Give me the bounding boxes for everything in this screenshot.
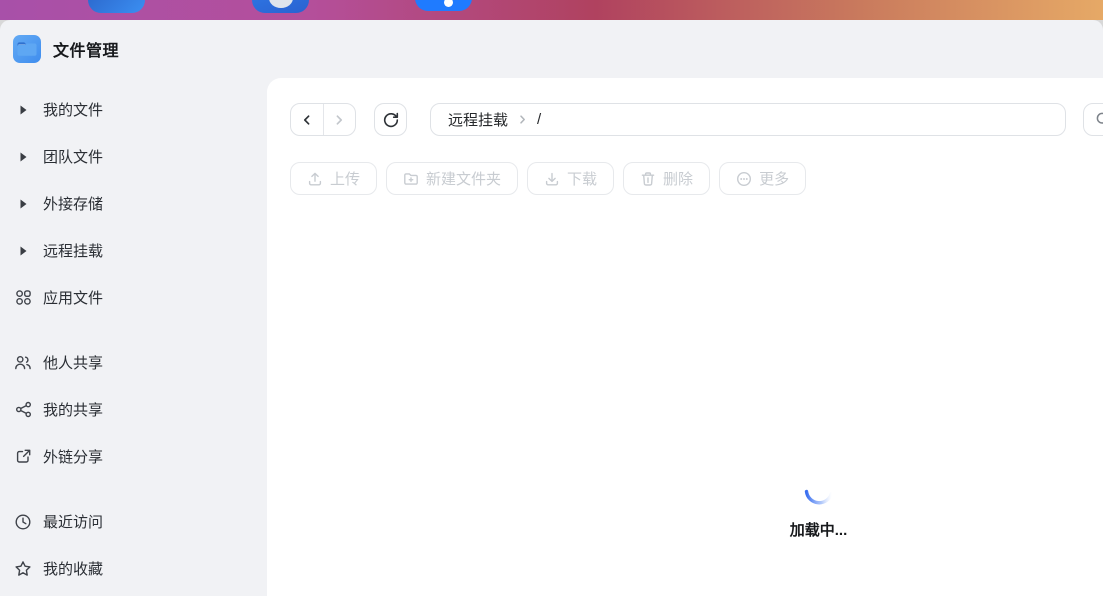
chevron-right-icon <box>517 114 528 125</box>
sidebar-item-label: 我的收藏 <box>43 561 104 578</box>
dock-app-icon[interactable] <box>252 0 309 13</box>
new-folder-button[interactable]: 新建文件夹 <box>386 162 519 195</box>
sidebar-item-label: 外链分享 <box>43 449 104 466</box>
sidebar-item-app-files[interactable]: 应用文件 <box>0 274 267 321</box>
export-icon <box>14 448 32 466</box>
breadcrumb-path[interactable]: / <box>537 111 541 128</box>
back-button[interactable] <box>291 104 323 135</box>
screen: 文件管理 我的文件 团队文件 外接存储 远程挂载 应用文件 他人共享 我的共享 … <box>0 0 1103 596</box>
sidebar-item-my-files[interactable]: 我的文件 <box>0 86 267 133</box>
download-icon <box>544 171 560 187</box>
sidebar-item-label: 他人共享 <box>43 355 104 372</box>
sidebar-item-favorites[interactable]: 我的收藏 <box>0 545 267 592</box>
history-nav-group <box>290 103 356 136</box>
new-folder-icon <box>403 171 419 187</box>
caret-right-icon <box>14 148 32 166</box>
upload-icon <box>307 171 323 187</box>
button-label: 更多 <box>759 171 790 188</box>
caret-right-icon <box>14 242 32 260</box>
sidebar: 我的文件 团队文件 外接存储 远程挂载 应用文件 他人共享 我的共享 外链分享 … <box>0 78 267 596</box>
sidebar-item-label: 最近访问 <box>43 514 104 531</box>
search-icon <box>1095 111 1103 128</box>
search-button[interactable] <box>1083 103 1103 136</box>
caret-right-icon <box>14 101 32 119</box>
dock-app-icon[interactable] <box>415 0 472 11</box>
sidebar-item-label: 应用文件 <box>43 290 104 307</box>
trash-icon <box>640 171 656 187</box>
sidebar-item-remote-mount[interactable]: 远程挂载 <box>0 227 267 274</box>
more-icon <box>736 171 752 187</box>
upload-button[interactable]: 上传 <box>290 162 378 195</box>
delete-button[interactable]: 删除 <box>623 162 711 195</box>
button-label: 下载 <box>567 171 598 188</box>
sidebar-item-label: 我的文件 <box>43 102 104 119</box>
sidebar-group-sharing: 他人共享 我的共享 外链分享 <box>0 339 267 480</box>
page-title: 文件管理 <box>53 43 120 60</box>
sidebar-item-team-files[interactable]: 团队文件 <box>0 133 267 180</box>
sidebar-group-files: 我的文件 团队文件 外接存储 远程挂载 应用文件 <box>0 86 267 321</box>
spinner-icon <box>802 482 836 512</box>
desktop-gradient-strip <box>0 0 1103 20</box>
sidebar-item-shared-by-others[interactable]: 他人共享 <box>0 339 267 386</box>
sidebar-item-external-storage[interactable]: 外接存储 <box>0 180 267 227</box>
sidebar-item-label: 外接存储 <box>43 196 104 213</box>
loading-text: 加载中... <box>789 522 848 539</box>
breadcrumb-root[interactable]: 远程挂载 <box>448 109 508 130</box>
button-label: 新建文件夹 <box>426 171 502 188</box>
breadcrumb[interactable]: 远程挂载 / <box>430 103 1066 136</box>
more-button[interactable]: 更多 <box>719 162 807 195</box>
people-icon <box>14 354 32 372</box>
forward-button[interactable] <box>322 104 355 135</box>
dock-icon-glyph <box>444 0 454 7</box>
button-label: 上传 <box>330 171 361 188</box>
sidebar-item-label: 我的共享 <box>43 402 104 419</box>
share-icon <box>14 401 32 419</box>
folder-app-icon <box>13 35 41 63</box>
file-manager-window: 文件管理 我的文件 团队文件 外接存储 远程挂载 应用文件 他人共享 我的共享 … <box>0 20 1103 596</box>
sidebar-item-my-shares[interactable]: 我的共享 <box>0 386 267 433</box>
star-icon <box>14 560 32 578</box>
sidebar-item-external-link-share[interactable]: 外链分享 <box>0 433 267 480</box>
sidebar-item-label: 团队文件 <box>43 149 104 166</box>
app-header: 文件管理 <box>0 20 1103 78</box>
sidebar-item-label: 远程挂载 <box>43 243 104 260</box>
apps-icon <box>14 289 32 307</box>
sidebar-item-recent[interactable]: 最近访问 <box>0 498 267 545</box>
file-browser-panel: 远程挂载 / 上传 新建文件夹 下载 删除 更多 加载中... <box>267 78 1103 596</box>
clock-icon <box>14 513 32 531</box>
dock-app-icon[interactable] <box>88 0 145 13</box>
download-button[interactable]: 下载 <box>527 162 615 195</box>
sidebar-group-quick: 最近访问 我的收藏 <box>0 498 267 592</box>
refresh-icon <box>382 111 400 129</box>
refresh-button[interactable] <box>374 103 407 136</box>
dock-icon-glyph <box>268 0 293 8</box>
toolbar: 上传 新建文件夹 下载 删除 更多 <box>290 162 807 195</box>
caret-right-icon <box>14 195 32 213</box>
loading-indicator: 加载中... <box>746 482 891 540</box>
button-label: 删除 <box>663 171 694 188</box>
